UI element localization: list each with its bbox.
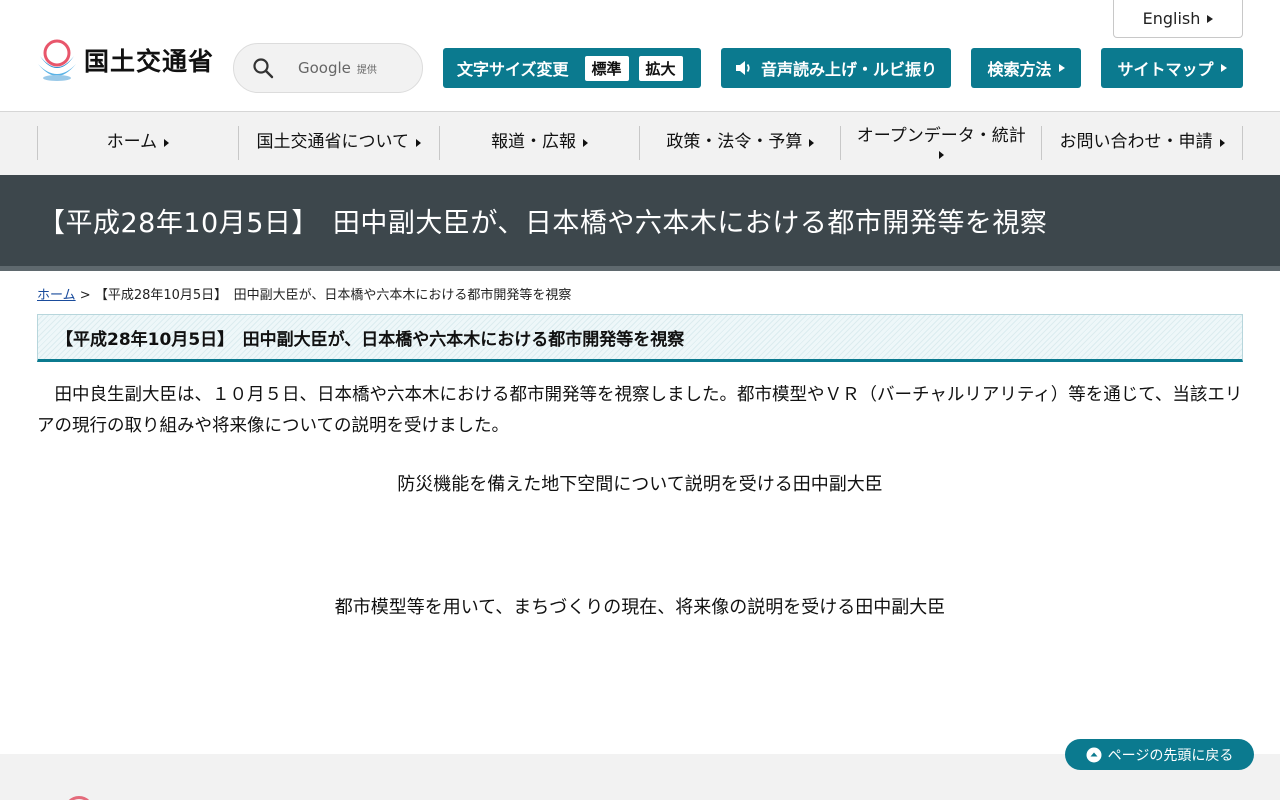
triangle-right-icon — [938, 150, 944, 159]
site-logo[interactable]: 国土交通省 — [36, 38, 214, 82]
site-header: English 国土交通省 Google 提供 文字サイズ変更 標準 拡大 音声読… — [0, 0, 1280, 112]
page-title: 【平成28年10月5日】 田中副大臣が、日本橋や六本木における都市開発等を視察 — [38, 208, 1048, 239]
photo-caption-2: 都市模型等を用いて、まちづくりの現在、将来像の説明を受ける田中副大臣 — [334, 597, 946, 618]
search-brand: Google 提供 — [298, 59, 377, 77]
triangle-right-icon — [1219, 139, 1225, 147]
article-heading: 【平成28年10月5日】 田中副大臣が、日本橋や六本木における都市開発等を視察 — [37, 314, 1243, 362]
triangle-right-icon — [1207, 14, 1214, 23]
nav-label: ホーム — [106, 132, 158, 153]
nav-label: オープンデータ・統計 — [856, 126, 1026, 147]
arrow-up-circle-icon — [1086, 747, 1102, 762]
nav-item-policy[interactable]: 政策・法令・予算 — [640, 126, 842, 160]
voice-reading-label: 音声読み上げ・ルビ振り — [760, 60, 937, 79]
voice-reading-button[interactable]: 音声読み上げ・ルビ振り — [721, 48, 951, 88]
global-nav: ホーム 国土交通省について 報道・広報 政策・法令・予算 オープンデータ・統計 … — [0, 112, 1280, 175]
page-title-band: 【平成28年10月5日】 田中副大臣が、日本橋や六本木における都市開発等を視察 — [0, 175, 1280, 271]
breadcrumb-home-link[interactable]: ホーム — [37, 288, 76, 303]
search-icon[interactable] — [252, 57, 274, 79]
nav-label: 政策・法令・予算 — [666, 132, 803, 153]
nav-item-home[interactable]: ホーム — [38, 126, 239, 160]
logo-text: 国土交通省 — [84, 47, 215, 76]
mlit-logo-icon — [38, 39, 76, 81]
triangle-right-icon — [164, 139, 170, 147]
footer-logo-icon — [64, 796, 94, 800]
nav-label: お問い合わせ・申請 — [1059, 132, 1213, 153]
search-howto-button[interactable]: 検索方法 — [971, 48, 1081, 88]
triangle-right-icon — [1220, 64, 1227, 72]
nav-item-contact[interactable]: お問い合わせ・申請 — [1042, 126, 1243, 160]
font-size-label: 文字サイズ変更 — [457, 60, 569, 79]
sitemap-button[interactable]: サイトマップ — [1101, 48, 1243, 88]
nav-label: 報道・広報 — [491, 132, 577, 153]
triangle-right-icon — [415, 139, 421, 147]
photo-caption-1: 防災機能を備えた地下空間について説明を受ける田中副大臣 — [397, 474, 883, 495]
triangle-right-icon — [809, 139, 815, 147]
breadcrumb: ホーム > 【平成28年10月5日】 田中副大臣が、日本橋や六本木における都市開… — [37, 284, 571, 303]
english-link[interactable]: English — [1113, 0, 1243, 38]
sitemap-label: サイトマップ — [1117, 60, 1214, 79]
back-to-top-button[interactable]: ページの先頭に戻る — [1065, 739, 1254, 770]
font-size-control: 文字サイズ変更 標準 拡大 — [443, 48, 701, 88]
breadcrumb-current: 【平成28年10月5日】 田中副大臣が、日本橋や六本木における都市開発等を視察 — [94, 288, 572, 303]
nav-item-press[interactable]: 報道・広報 — [440, 126, 641, 160]
triangle-right-icon — [583, 139, 589, 147]
font-size-standard-button[interactable]: 標準 — [584, 55, 629, 81]
speaker-icon — [735, 61, 750, 75]
back-to-top-label: ページの先頭に戻る — [1107, 747, 1234, 764]
nav-label: 国土交通省について — [256, 132, 409, 153]
article-body: 田中良生副大臣は、１０月５日、日本橋や六本木における都市開発等を視察しました。都… — [37, 385, 1243, 436]
triangle-right-icon — [1058, 64, 1065, 72]
english-label: English — [1142, 9, 1201, 28]
search-box[interactable]: Google 提供 — [233, 43, 423, 93]
font-size-large-button[interactable]: 拡大 — [638, 55, 683, 81]
nav-item-about[interactable]: 国土交通省について — [239, 126, 440, 160]
search-howto-label: 検索方法 — [987, 60, 1052, 79]
breadcrumb-separator: > — [79, 288, 91, 303]
nav-item-opendata[interactable]: オープンデータ・統計 — [841, 126, 1043, 160]
